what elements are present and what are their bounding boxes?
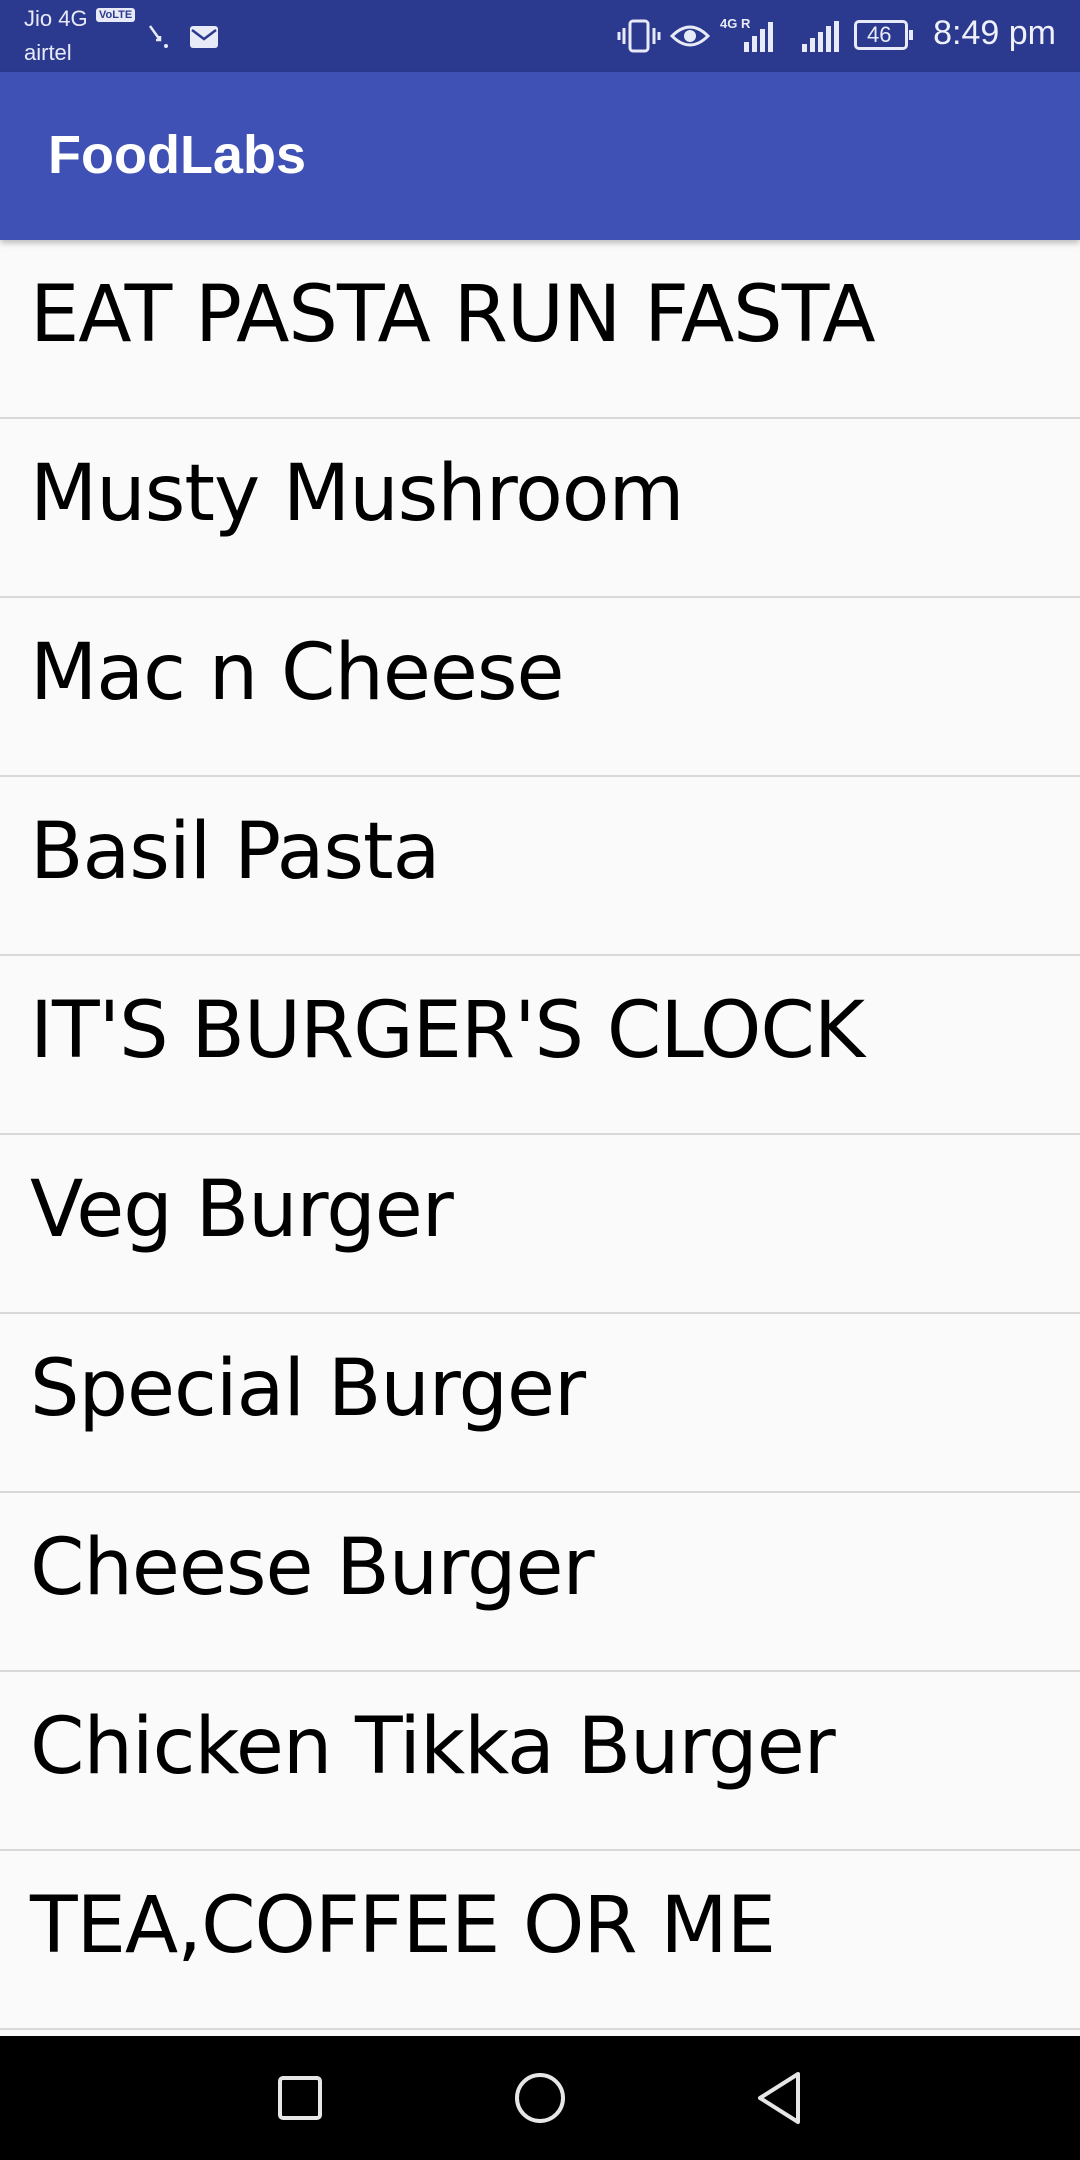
volte-badge: VoLTE: [96, 8, 136, 22]
menu-item-label: TEA,COFFEE OR ME: [30, 1881, 776, 1971]
menu-item-label: EAT PASTA RUN FASTA: [30, 270, 876, 360]
app-bar: FoodLabs: [0, 72, 1080, 240]
recents-button[interactable]: [268, 2066, 332, 2130]
battery-tip: [909, 30, 913, 40]
back-button[interactable]: [748, 2066, 812, 2130]
missed-call-icon: [148, 25, 168, 48]
mail-icon: [190, 26, 218, 48]
menu-item-label: Cheese Burger: [30, 1523, 595, 1613]
menu-item[interactable]: Cheese Burger: [0, 1493, 1080, 1672]
app-title: FoodLabs: [48, 125, 306, 185]
menu-item[interactable]: Musty Mushroom: [0, 419, 1080, 598]
battery-icon: 46: [854, 20, 913, 50]
menu-item[interactable]: TEA,COFFEE OR ME: [0, 1851, 1080, 2030]
menu-item-label: Mac n Cheese: [30, 628, 565, 718]
home-button[interactable]: [508, 2066, 572, 2130]
menu-item[interactable]: EAT PASTA RUN FASTA: [0, 240, 1080, 419]
clock: 8:49 pm: [933, 14, 1056, 52]
menu-item[interactable]: Veg Burger: [0, 1135, 1080, 1314]
menu-item-label: Special Burger: [30, 1344, 586, 1434]
menu-item[interactable]: Chicken Tikka Burger: [0, 1672, 1080, 1851]
menu-item-label: Musty Mushroom: [30, 449, 684, 539]
vibrate-icon: [617, 19, 661, 53]
eye-comfort-icon: [670, 25, 710, 47]
menu-item[interactable]: Basil Pasta: [0, 777, 1080, 956]
signal-strength-icon-2: [802, 21, 839, 52]
screen: Jio 4G VoLTE airtel 4G R 46 8:49 pm Food…: [0, 0, 1080, 2160]
menu-item-label: IT'S BURGER'S CLOCK: [30, 986, 865, 1076]
menu-item-label: Veg Burger: [30, 1165, 454, 1255]
status-bar: Jio 4G VoLTE airtel 4G R 46 8:49 pm: [0, 0, 1080, 72]
carrier-primary: Jio 4G: [24, 6, 88, 31]
menu-item[interactable]: IT'S BURGER'S CLOCK: [0, 956, 1080, 1135]
menu-list[interactable]: EAT PASTA RUN FASTA Musty Mushroom Mac n…: [0, 240, 1080, 2036]
menu-item[interactable]: Mac n Cheese: [0, 598, 1080, 777]
menu-item[interactable]: Special Burger: [0, 1314, 1080, 1493]
battery-level-text: 46: [867, 22, 892, 47]
signal-strength-icon-1: [744, 22, 773, 52]
navigation-bar: [0, 2036, 1080, 2160]
carrier-secondary: airtel: [24, 40, 72, 65]
menu-item-label: Chicken Tikka Burger: [30, 1702, 836, 1792]
menu-item-label: Basil Pasta: [30, 807, 440, 897]
